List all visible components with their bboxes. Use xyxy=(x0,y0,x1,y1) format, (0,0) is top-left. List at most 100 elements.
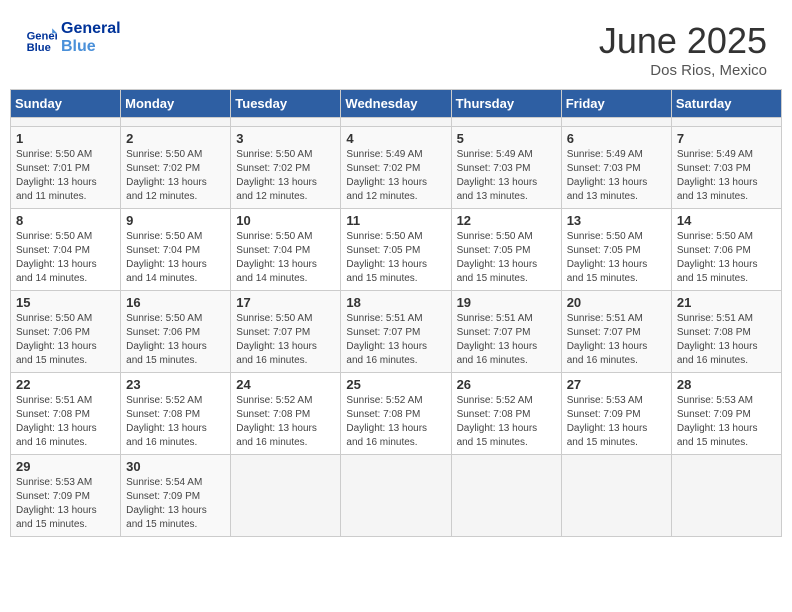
day-number: 14 xyxy=(677,213,776,228)
calendar-cell xyxy=(671,455,781,537)
column-header-monday: Monday xyxy=(121,90,231,118)
day-info: Sunrise: 5:50 AM Sunset: 7:05 PM Dayligh… xyxy=(457,230,556,286)
day-number: 6 xyxy=(567,131,666,146)
calendar-cell: 28 Sunrise: 5:53 AM Sunset: 7:09 PM Dayli… xyxy=(671,373,781,455)
day-info: Sunrise: 5:52 AM Sunset: 7:08 PM Dayligh… xyxy=(126,394,225,450)
calendar-cell xyxy=(121,118,231,127)
calendar-week-1 xyxy=(11,118,782,127)
day-info: Sunrise: 5:50 AM Sunset: 7:05 PM Dayligh… xyxy=(346,230,445,286)
calendar-cell xyxy=(561,455,671,537)
calendar-cell xyxy=(671,118,781,127)
calendar-cell: 24 Sunrise: 5:52 AM Sunset: 7:08 PM Dayli… xyxy=(231,373,341,455)
day-info: Sunrise: 5:49 AM Sunset: 7:03 PM Dayligh… xyxy=(677,148,776,204)
calendar-cell: 19Sunrise: 5:51 AM Sunset: 7:07 PM Dayli… xyxy=(451,291,561,373)
location: Dos Rios, Mexico xyxy=(599,62,767,79)
day-info: Sunrise: 5:52 AM Sunset: 7:08 PM Dayligh… xyxy=(457,394,556,450)
calendar-cell xyxy=(341,455,451,537)
svg-text:Blue: Blue xyxy=(27,41,51,53)
day-number: 1 xyxy=(16,131,115,146)
day-info: Sunrise: 5:50 AM Sunset: 7:04 PM Dayligh… xyxy=(126,230,225,286)
calendar-cell: 3 Sunrise: 5:50 AM Sunset: 7:02 PM Daylig… xyxy=(231,127,341,209)
calendar-cell xyxy=(341,118,451,127)
calendar-cell: 4 Sunrise: 5:49 AM Sunset: 7:02 PM Daylig… xyxy=(341,127,451,209)
calendar-cell: 25Sunrise: 5:52 AM Sunset: 7:08 PM Dayli… xyxy=(341,373,451,455)
day-info: Sunrise: 5:49 AM Sunset: 7:03 PM Dayligh… xyxy=(457,148,556,204)
day-number: 7 xyxy=(677,131,776,146)
day-info: Sunrise: 5:50 AM Sunset: 7:01 PM Dayligh… xyxy=(16,148,115,204)
day-info: Sunrise: 5:51 AM Sunset: 7:07 PM Dayligh… xyxy=(567,312,666,368)
day-info: Sunrise: 5:50 AM Sunset: 7:06 PM Dayligh… xyxy=(677,230,776,286)
column-header-tuesday: Tuesday xyxy=(231,90,341,118)
day-number: 24 xyxy=(236,377,335,392)
logo: General Blue General Blue xyxy=(25,20,121,55)
day-info: Sunrise: 5:51 AM Sunset: 7:08 PM Dayligh… xyxy=(16,394,115,450)
day-number: 2 xyxy=(126,131,225,146)
calendar-cell: 7 Sunrise: 5:49 AM Sunset: 7:03 PM Daylig… xyxy=(671,127,781,209)
calendar-week-4: 15 Sunrise: 5:50 AM Sunset: 7:06 PM Dayli… xyxy=(11,291,782,373)
day-number: 30 xyxy=(126,459,225,474)
day-info: Sunrise: 5:50 AM Sunset: 7:04 PM Dayligh… xyxy=(16,230,115,286)
calendar-table: SundayMondayTuesdayWednesdayThursdayFrid… xyxy=(10,89,782,537)
day-info: Sunrise: 5:52 AM Sunset: 7:08 PM Dayligh… xyxy=(346,394,445,450)
day-number: 4 xyxy=(346,131,445,146)
column-header-friday: Friday xyxy=(561,90,671,118)
day-number: 17 xyxy=(236,295,335,310)
day-number: 29 xyxy=(16,459,115,474)
day-number: 20 xyxy=(567,295,666,310)
day-number: 23 xyxy=(126,377,225,392)
calendar-cell: 12 Sunrise: 5:50 AM Sunset: 7:05 PM Dayli… xyxy=(451,209,561,291)
calendar-cell xyxy=(231,455,341,537)
day-number: 12 xyxy=(457,213,556,228)
logo-line1: General xyxy=(61,20,121,38)
day-number: 5 xyxy=(457,131,556,146)
calendar-cell xyxy=(561,118,671,127)
calendar-week-6: 29 Sunrise: 5:53 AM Sunset: 7:09 PM Dayli… xyxy=(11,455,782,537)
calendar-cell: 13 Sunrise: 5:50 AM Sunset: 7:05 PM Dayli… xyxy=(561,209,671,291)
day-number: 27 xyxy=(567,377,666,392)
day-number: 19 xyxy=(457,295,556,310)
calendar-header-row: SundayMondayTuesdayWednesdayThursdayFrid… xyxy=(11,90,782,118)
day-number: 8 xyxy=(16,213,115,228)
day-number: 28 xyxy=(677,377,776,392)
logo-line2: Blue xyxy=(61,38,121,56)
calendar-cell xyxy=(11,118,121,127)
day-number: 10 xyxy=(236,213,335,228)
day-info: Sunrise: 5:50 AM Sunset: 7:05 PM Dayligh… xyxy=(567,230,666,286)
day-number: 15 xyxy=(16,295,115,310)
day-info: Sunrise: 5:49 AM Sunset: 7:02 PM Dayligh… xyxy=(346,148,445,204)
day-number: 9 xyxy=(126,213,225,228)
calendar-cell: 16Sunrise: 5:50 AM Sunset: 7:06 PM Dayli… xyxy=(121,291,231,373)
column-header-saturday: Saturday xyxy=(671,90,781,118)
day-info: Sunrise: 5:54 AM Sunset: 7:09 PM Dayligh… xyxy=(126,476,225,532)
page-header: General Blue General Blue June 2025 Dos … xyxy=(10,10,782,84)
day-info: Sunrise: 5:50 AM Sunset: 7:06 PM Dayligh… xyxy=(16,312,115,368)
calendar-cell: 15 Sunrise: 5:50 AM Sunset: 7:06 PM Dayli… xyxy=(11,291,121,373)
day-info: Sunrise: 5:50 AM Sunset: 7:04 PM Dayligh… xyxy=(236,230,335,286)
day-info: Sunrise: 5:51 AM Sunset: 7:08 PM Dayligh… xyxy=(677,312,776,368)
day-number: 16 xyxy=(126,295,225,310)
calendar-cell xyxy=(451,118,561,127)
title-block: June 2025 Dos Rios, Mexico xyxy=(599,20,767,79)
day-info: Sunrise: 5:51 AM Sunset: 7:07 PM Dayligh… xyxy=(346,312,445,368)
calendar-cell: 11Sunrise: 5:50 AM Sunset: 7:05 PM Dayli… xyxy=(341,209,451,291)
calendar-cell: 20 Sunrise: 5:51 AM Sunset: 7:07 PM Dayli… xyxy=(561,291,671,373)
day-info: Sunrise: 5:50 AM Sunset: 7:07 PM Dayligh… xyxy=(236,312,335,368)
calendar-cell: 10 Sunrise: 5:50 AM Sunset: 7:04 PM Dayli… xyxy=(231,209,341,291)
column-header-wednesday: Wednesday xyxy=(341,90,451,118)
calendar-week-3: 8 Sunrise: 5:50 AM Sunset: 7:04 PM Daylig… xyxy=(11,209,782,291)
day-info: Sunrise: 5:53 AM Sunset: 7:09 PM Dayligh… xyxy=(677,394,776,450)
month-title: June 2025 xyxy=(599,20,767,62)
day-info: Sunrise: 5:50 AM Sunset: 7:02 PM Dayligh… xyxy=(236,148,335,204)
calendar-cell: 5 Sunrise: 5:49 AM Sunset: 7:03 PM Daylig… xyxy=(451,127,561,209)
day-info: Sunrise: 5:53 AM Sunset: 7:09 PM Dayligh… xyxy=(16,476,115,532)
day-number: 13 xyxy=(567,213,666,228)
calendar-cell: 26Sunrise: 5:52 AM Sunset: 7:08 PM Dayli… xyxy=(451,373,561,455)
column-header-thursday: Thursday xyxy=(451,90,561,118)
day-info: Sunrise: 5:53 AM Sunset: 7:09 PM Dayligh… xyxy=(567,394,666,450)
calendar-cell: 27 Sunrise: 5:53 AM Sunset: 7:09 PM Dayli… xyxy=(561,373,671,455)
day-info: Sunrise: 5:52 AM Sunset: 7:08 PM Dayligh… xyxy=(236,394,335,450)
calendar-cell: 8 Sunrise: 5:50 AM Sunset: 7:04 PM Daylig… xyxy=(11,209,121,291)
calendar-cell: 29 Sunrise: 5:53 AM Sunset: 7:09 PM Dayli… xyxy=(11,455,121,537)
day-number: 3 xyxy=(236,131,335,146)
calendar-cell: 6Sunrise: 5:49 AM Sunset: 7:03 PM Daylig… xyxy=(561,127,671,209)
